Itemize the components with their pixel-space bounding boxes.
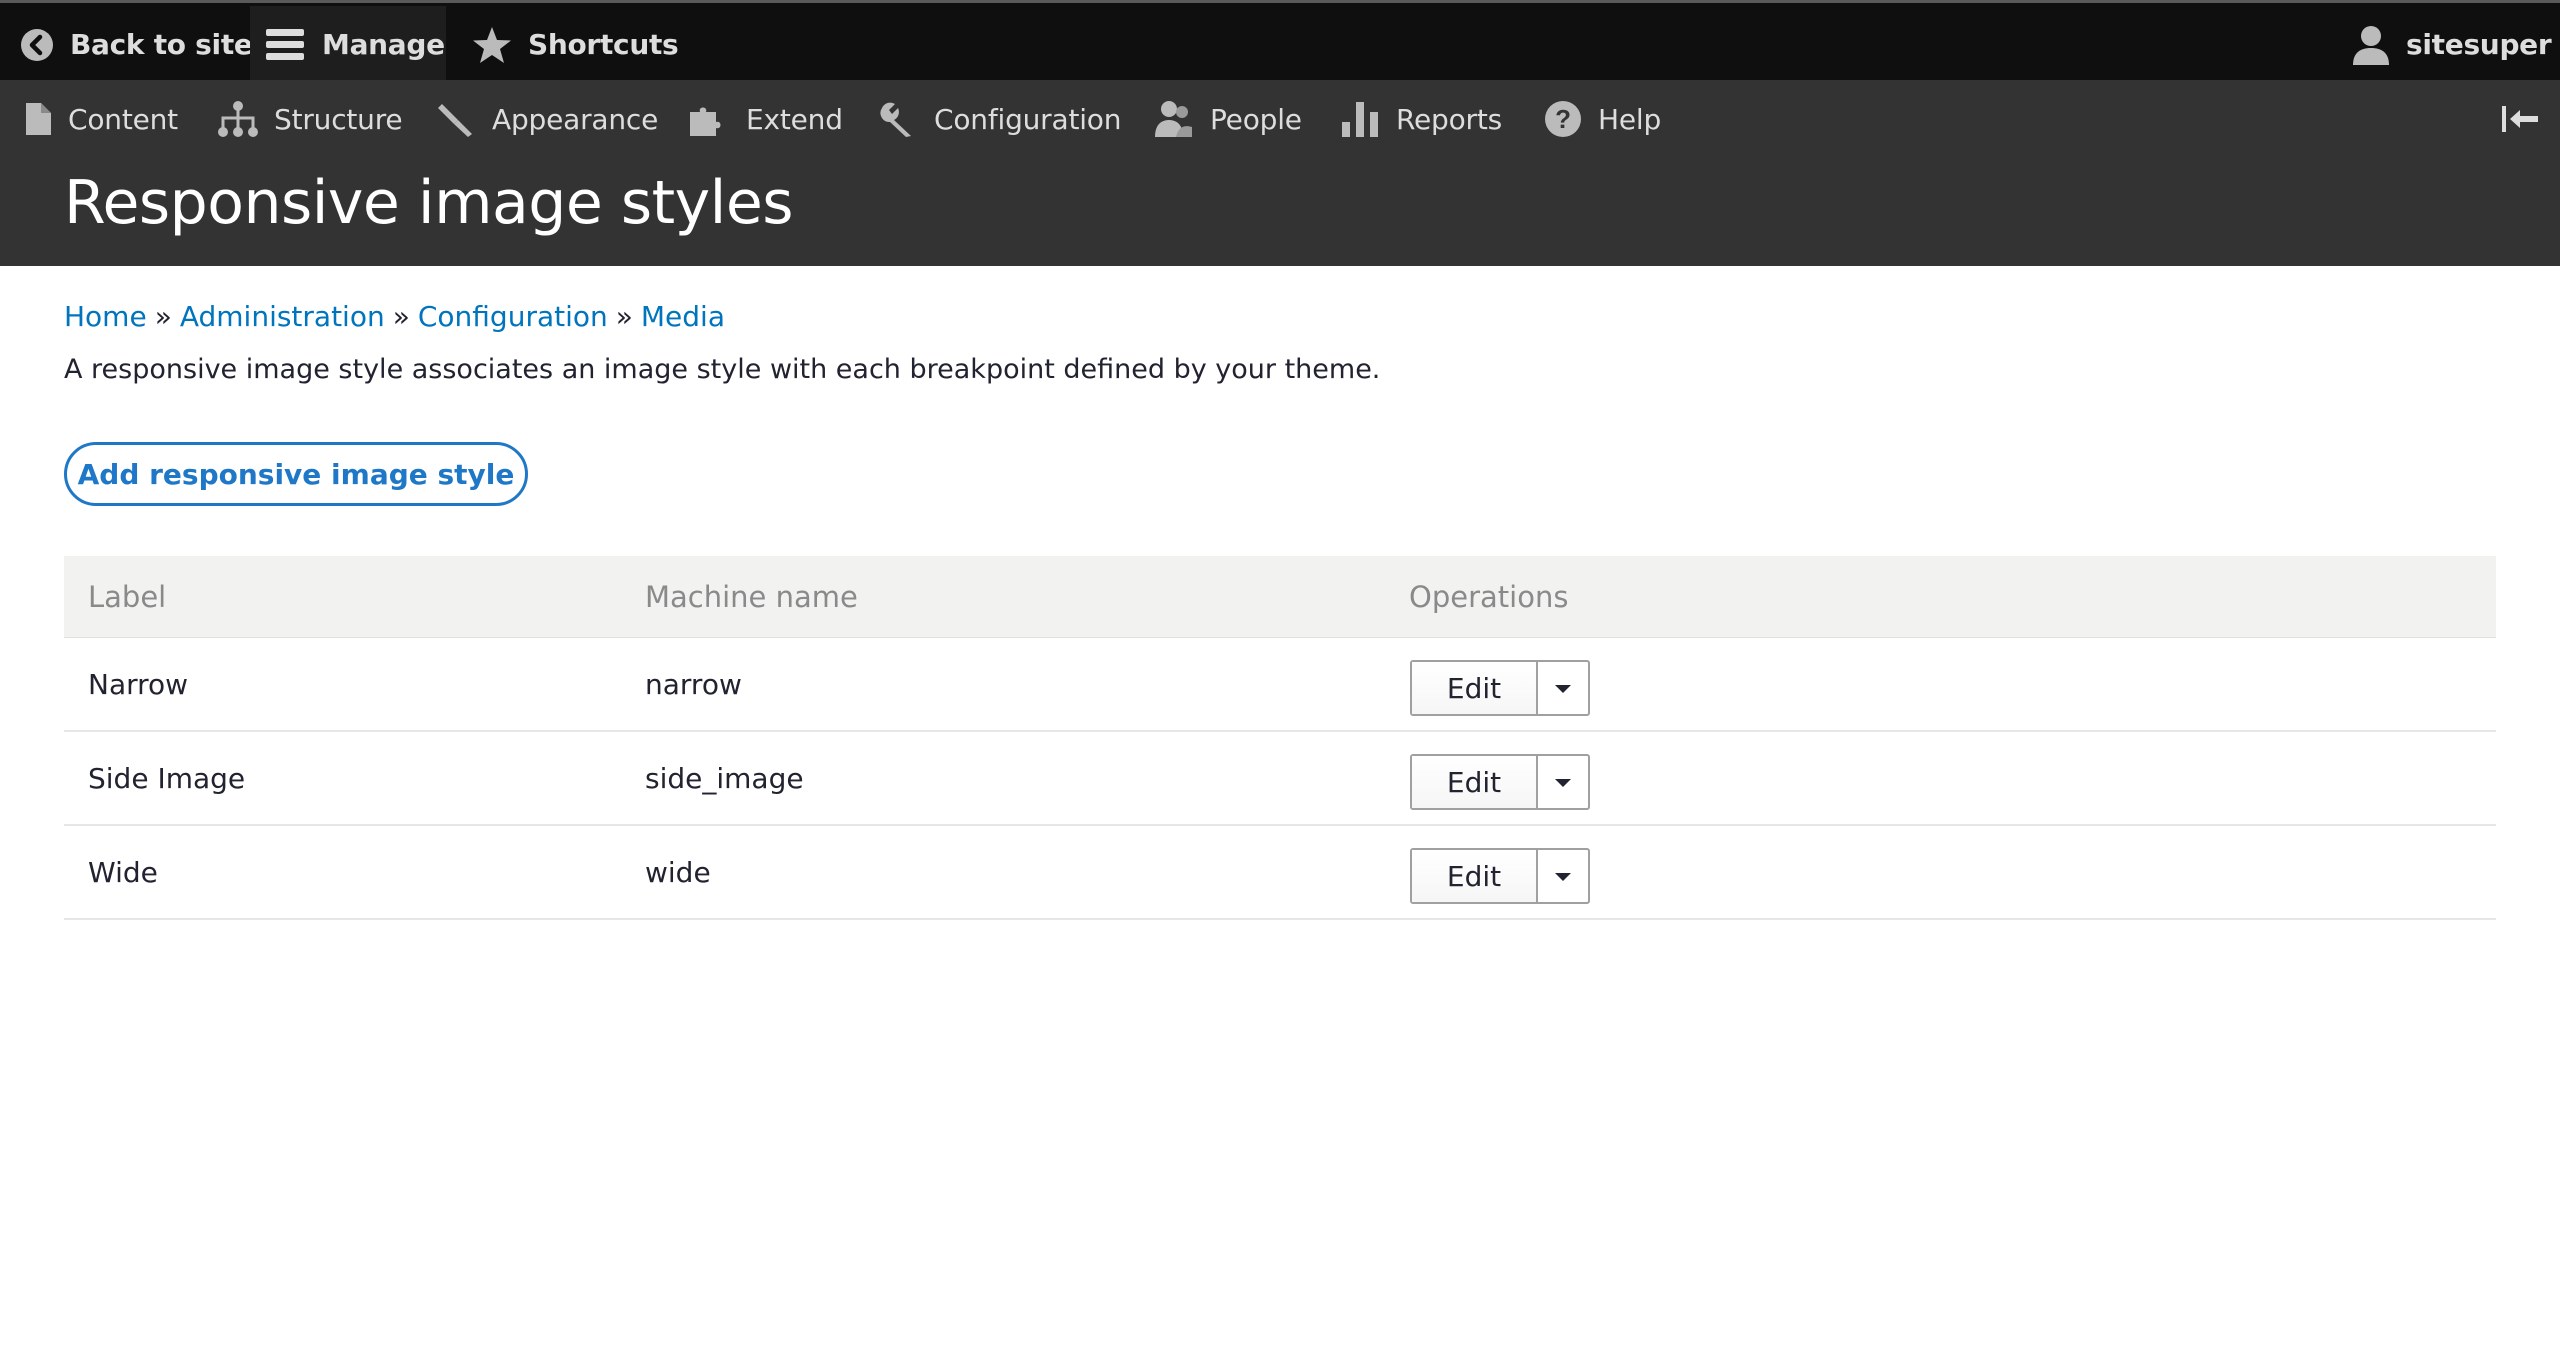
row-label: Narrow [88,667,189,701]
tray-item-label: People [1210,102,1302,136]
tray-item-configuration[interactable]: Configuration [878,80,1121,158]
collapse-left-icon [2500,104,2542,134]
sitemap-icon [218,100,258,138]
wrench-icon [878,100,918,138]
user-label: sitesuper [2406,28,2552,61]
page-description: A responsive image style associates an i… [64,354,1381,385]
puzzle-icon [688,100,730,138]
table-header: Label Machine name Operations [64,556,2496,638]
tray-item-label: Help [1598,102,1662,136]
breadcrumb-home[interactable]: Home [64,300,147,333]
tray-item-label: Extend [746,102,843,136]
tray-item-label: Content [68,102,178,136]
operations-dropbutton: Edit [1410,660,1590,716]
column-header-label: Label [88,580,167,614]
edit-button[interactable]: Edit [1412,850,1538,902]
user-menu[interactable]: sitesuper [2352,6,2552,83]
back-arrow-icon [20,28,54,62]
help-icon: ? [1544,100,1582,138]
column-header-machine-name: Machine name [645,580,858,614]
star-icon [472,26,512,64]
page-header: Responsive image styles [0,158,2560,266]
paintbrush-icon [436,100,476,138]
column-header-operations: Operations [1409,580,1569,614]
manage-label: Manage [322,28,445,61]
breadcrumb-administration[interactable]: Administration [180,300,385,333]
page-title: Responsive image styles [64,168,794,238]
row-label: Wide [88,855,158,889]
row-machine-name: wide [645,855,711,889]
add-responsive-image-style-button[interactable]: Add responsive image style [64,442,528,506]
file-icon [24,102,52,136]
table-row: Wide wide Edit [64,826,2496,920]
tray-item-appearance[interactable]: Appearance [436,80,658,158]
admin-toolbar: Back to site Manage Shortcuts sitesuper [0,0,2560,83]
operations-dropbutton: Edit [1410,754,1590,810]
hamburger-menu-icon [266,27,306,63]
responsive-image-styles-table: Label Machine name Operations Narrow nar… [64,556,2496,920]
svg-text:?: ? [1555,104,1571,134]
tray-item-content[interactable]: Content [24,80,178,158]
row-machine-name: narrow [645,667,742,701]
breadcrumb-separator: » [615,300,633,333]
caret-down-icon [1554,867,1572,886]
operations-dropbutton: Edit [1410,848,1590,904]
admin-menu-tray: Content Structure Appearance Extend Conf… [0,80,2560,158]
dropbutton-toggle[interactable] [1538,662,1588,714]
tray-item-label: Configuration [934,102,1122,136]
dropbutton-toggle[interactable] [1538,756,1588,808]
tray-item-help[interactable]: ? Help [1544,80,1661,158]
edit-button[interactable]: Edit [1412,662,1538,714]
shortcuts-label: Shortcuts [528,28,679,61]
tray-item-structure[interactable]: Structure [218,80,403,158]
shortcuts-tab[interactable]: Shortcuts [472,6,679,83]
breadcrumb-media[interactable]: Media [641,300,725,333]
tray-orientation-toggle[interactable] [2500,80,2558,158]
row-machine-name: side_image [645,761,804,795]
caret-down-icon [1554,773,1572,792]
breadcrumb: Home» Administration» Configuration» Media [64,300,725,333]
row-label: Side Image [88,761,246,795]
table-row: Side Image side_image Edit [64,732,2496,826]
breadcrumb-configuration[interactable]: Configuration [418,300,608,333]
tray-item-reports[interactable]: Reports [1340,80,1502,158]
breadcrumb-separator: » [392,300,410,333]
breadcrumb-separator: » [154,300,172,333]
bar-chart-icon [1340,100,1380,138]
tray-item-label: Appearance [492,102,659,136]
user-icon [2352,25,2390,65]
table-row: Narrow narrow Edit [64,638,2496,732]
manage-tab[interactable]: Manage [250,6,446,83]
tray-item-extend[interactable]: Extend [688,80,843,158]
tray-item-label: Structure [274,102,403,136]
tray-item-label: Reports [1396,102,1503,136]
dropbutton-toggle[interactable] [1538,850,1588,902]
back-to-site-link[interactable]: Back to site [20,6,253,83]
edit-button[interactable]: Edit [1412,756,1538,808]
people-icon [1152,99,1194,139]
tray-item-people[interactable]: People [1152,80,1302,158]
back-to-site-label: Back to site [70,28,253,61]
caret-down-icon [1554,679,1572,698]
